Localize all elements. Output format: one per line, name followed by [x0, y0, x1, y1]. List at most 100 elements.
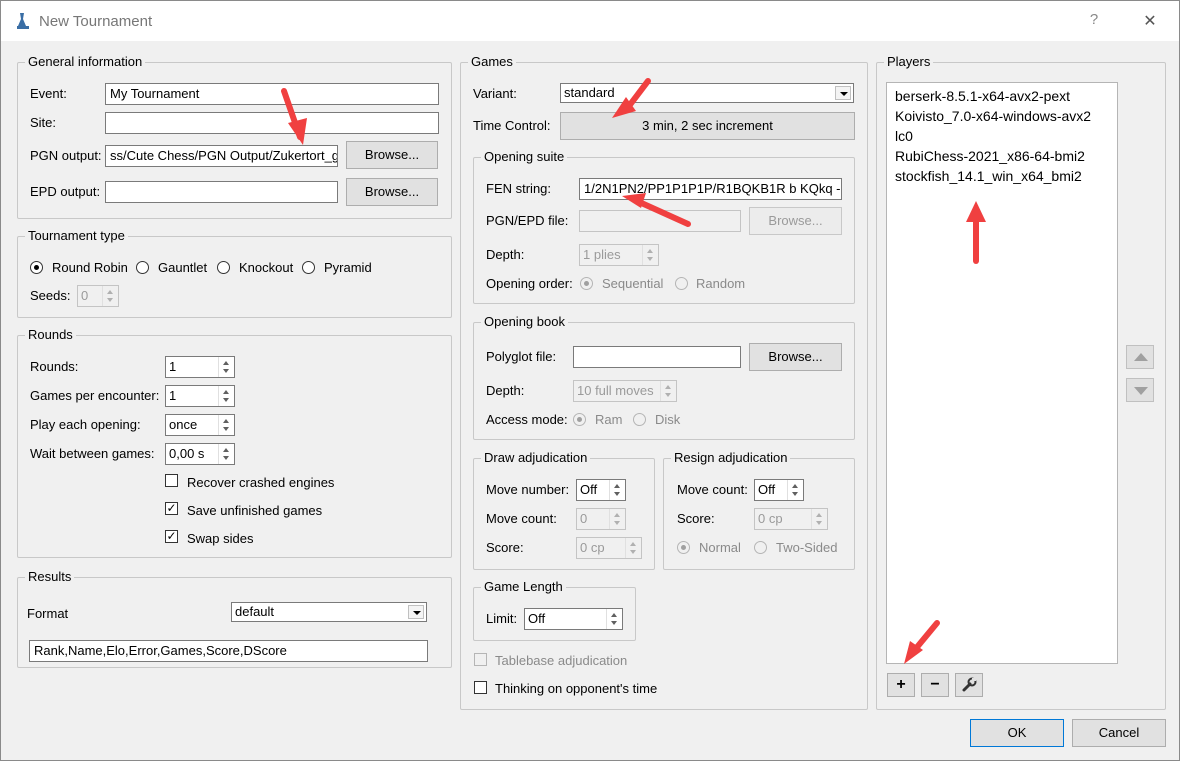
players-list[interactable]: berserk-8.5.1-x64-avx2-pext Koivisto_7.0… [886, 82, 1118, 664]
configure-player-button[interactable] [955, 673, 983, 697]
fen-string-input[interactable]: 1/2N1PN2/PP1P1P1P/R1BQKB1R b KQkq - 0 5 [579, 178, 842, 200]
time-control-button[interactable]: 3 min, 2 sec increment [560, 112, 855, 140]
ram-label: Ram [595, 412, 623, 427]
spin-arrows[interactable] [609, 480, 625, 500]
spin-arrows[interactable] [218, 386, 234, 406]
time-control-label: Time Control: [473, 118, 551, 133]
radio-ram[interactable] [573, 413, 586, 426]
spin-arrows[interactable] [218, 415, 234, 435]
rounds-spinbox[interactable]: 1 [165, 356, 235, 378]
play-each-opening-spinbox[interactable]: once [165, 414, 235, 436]
radio-sequential[interactable] [580, 277, 593, 290]
cancel-button[interactable]: Cancel [1072, 719, 1166, 747]
radio-knockout[interactable] [217, 261, 230, 274]
arrow-down-icon [1134, 387, 1148, 395]
swap-sides-label: Swap sides [187, 531, 254, 546]
spin-arrows[interactable] [218, 444, 234, 464]
help-button[interactable]: ? [1084, 11, 1104, 31]
opening-book-browse-button[interactable]: Browse... [749, 343, 842, 371]
list-item[interactable]: lc0 [895, 127, 913, 145]
spin-arrows[interactable] [606, 609, 622, 629]
variant-select[interactable]: standard [560, 83, 854, 103]
move-up-button[interactable] [1126, 345, 1154, 369]
epd-output-input[interactable] [105, 181, 338, 203]
draw-move-count-spinbox[interactable]: 0 [576, 508, 626, 530]
radio-gauntlet[interactable] [136, 261, 149, 274]
radio-random[interactable] [675, 277, 688, 290]
window-title: New Tournament [39, 13, 153, 30]
list-item[interactable]: stockfish_14.1_win_x64_bmi2 [895, 167, 1082, 185]
format-select[interactable]: default [231, 602, 427, 622]
spin-arrows[interactable] [625, 538, 641, 558]
spin-arrows[interactable] [102, 286, 118, 306]
swap-sides-checkbox[interactable]: ✓ [165, 530, 178, 543]
polyglot-file-label: Polyglot file: [486, 349, 557, 364]
draw-move-number-spinbox[interactable]: Off [576, 479, 626, 501]
spin-arrows[interactable] [218, 357, 234, 377]
gauntlet-label: Gauntlet [158, 260, 208, 275]
tablebase-checkbox[interactable] [474, 653, 487, 666]
recover-crashed-label: Recover crashed engines [187, 475, 335, 490]
rounds-label: Rounds: [30, 359, 79, 374]
move-down-button[interactable] [1126, 378, 1154, 402]
close-button[interactable]: ✕ [1140, 11, 1160, 31]
spin-arrows[interactable] [787, 480, 803, 500]
add-player-button[interactable]: + [887, 673, 915, 697]
chevron-down-icon[interactable] [835, 86, 851, 100]
book-depth-spinbox[interactable]: 10 full moves [573, 380, 677, 402]
radio-disk[interactable] [633, 413, 646, 426]
disk-label: Disk [655, 412, 681, 427]
pgn-epd-file-input[interactable] [579, 210, 741, 232]
radio-round-robin[interactable] [30, 261, 43, 274]
list-item[interactable]: Koivisto_7.0-x64-windows-avx2 [895, 107, 1091, 125]
resign-move-count-label: Move count: [677, 482, 748, 497]
book-depth-label: Depth: [486, 383, 525, 398]
chevron-down-icon[interactable] [408, 605, 424, 619]
limit-spinbox[interactable]: Off [524, 608, 623, 630]
variant-label: Variant: [473, 86, 517, 101]
resign-move-count-spinbox[interactable]: Off [754, 479, 804, 501]
pyramid-label: Pyramid [324, 260, 372, 275]
games-per-encounter-label: Games per encounter: [30, 388, 160, 403]
results-columns-input[interactable]: Rank,Name,Elo,Error,Games,Score,DScore [29, 640, 428, 662]
group-title: Opening book [481, 314, 568, 330]
spin-arrows[interactable] [660, 381, 676, 401]
radio-pyramid[interactable] [302, 261, 315, 274]
pgn-output-input[interactable]: ss/Cute Chess/PGN Output/Zukertort_g4. [105, 145, 338, 167]
tablebase-label: Tablebase adjudication [495, 653, 628, 668]
access-mode-label: Access mode: [486, 412, 568, 427]
wait-between-games-spinbox[interactable]: 0,00 s [165, 443, 235, 465]
seeds-label: Seeds: [30, 288, 71, 303]
ponder-checkbox[interactable] [474, 681, 487, 694]
save-unfinished-checkbox[interactable]: ✓ [165, 502, 178, 515]
list-item[interactable]: berserk-8.5.1-x64-avx2-pext [895, 87, 1070, 105]
event-input[interactable]: My Tournament [105, 83, 439, 105]
resign-score-spinbox[interactable]: 0 cp [754, 508, 828, 530]
remove-player-button[interactable]: − [921, 673, 949, 697]
spin-arrows[interactable] [642, 245, 658, 265]
polyglot-file-input[interactable] [573, 346, 741, 368]
group-title: Draw adjudication [481, 450, 591, 466]
pgn-epd-file-label: PGN/EPD file: [486, 213, 569, 228]
site-input[interactable] [105, 112, 439, 134]
games-per-encounter-spinbox[interactable]: 1 [165, 385, 235, 407]
list-item[interactable]: RubiChess-2021_x86-64-bmi2 [895, 147, 1085, 165]
spin-arrows[interactable] [609, 509, 625, 529]
radio-normal[interactable] [677, 541, 690, 554]
group-title: Rounds [25, 327, 76, 343]
two-sided-label: Two-Sided [776, 540, 838, 555]
recover-crashed-checkbox[interactable] [165, 474, 178, 487]
group-title: Resign adjudication [671, 450, 791, 466]
draw-score-spinbox[interactable]: 0 cp [576, 537, 642, 559]
suite-depth-spinbox[interactable]: 1 plies [579, 244, 659, 266]
group-title: General information [25, 54, 146, 70]
epd-browse-button[interactable]: Browse... [346, 178, 438, 206]
pgn-browse-button[interactable]: Browse... [346, 141, 438, 169]
save-unfinished-label: Save unfinished games [187, 503, 323, 518]
epd-output-label: EPD output: [30, 184, 101, 199]
opening-suite-browse-button[interactable]: Browse... [749, 207, 842, 235]
radio-two-sided[interactable] [754, 541, 767, 554]
ok-button[interactable]: OK [970, 719, 1064, 747]
seeds-spinbox[interactable]: 0 [77, 285, 119, 307]
spin-arrows[interactable] [811, 509, 827, 529]
